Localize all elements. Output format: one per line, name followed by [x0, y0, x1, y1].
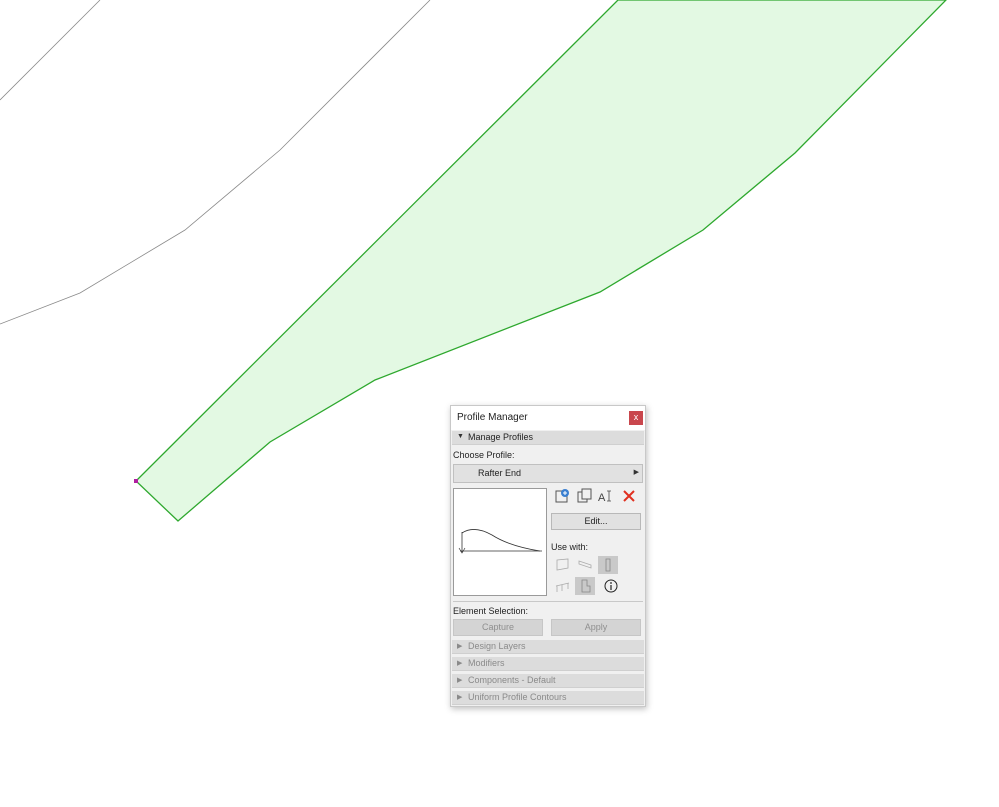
section-divider — [453, 601, 643, 602]
collapsed-triangle-icon: ▶ — [457, 677, 463, 684]
element-selection-label: Element Selection: — [453, 606, 529, 616]
panel-titlebar[interactable]: Profile Manager x — [451, 406, 645, 430]
choose-profile-label: Choose Profile: — [453, 450, 515, 460]
profile-manager-panel: Profile Manager x ▼ Manage Profiles Choo… — [450, 405, 646, 707]
profile-preview — [453, 488, 547, 596]
collapsed-triangle-icon: ▶ — [457, 660, 463, 667]
modifiers-label: Modifiers — [468, 658, 505, 668]
apply-button[interactable]: Apply — [551, 619, 641, 636]
svg-text:A: A — [598, 492, 606, 504]
selection-vertex[interactable] — [134, 479, 138, 483]
capture-button[interactable]: Capture — [453, 619, 543, 636]
info-icon[interactable] — [601, 577, 621, 595]
collapsed-triangle-icon: ▶ — [457, 643, 463, 650]
rename-profile-icon[interactable]: A — [597, 488, 615, 504]
profile-preview-drawing — [458, 529, 542, 554]
use-with-label: Use with: — [551, 542, 589, 552]
components-header[interactable]: ▶ Components - Default — [452, 674, 644, 688]
profile-dropdown[interactable]: Rafter End ▶ — [453, 464, 643, 483]
edit-button[interactable]: Edit... — [551, 513, 641, 530]
manage-profiles-header[interactable]: ▼ Manage Profiles — [452, 431, 644, 445]
expanded-triangle-icon: ▼ — [457, 433, 464, 440]
uniform-profile-contours-label: Uniform Profile Contours — [468, 692, 567, 702]
new-profile-icon[interactable] — [553, 488, 571, 504]
design-layers-header[interactable]: ▶ Design Layers — [452, 640, 644, 654]
profile-dropdown-value: Rafter End — [478, 468, 522, 478]
reference-line-upper[interactable] — [0, 0, 101, 101]
dropdown-arrow-icon: ▶ — [633, 469, 639, 476]
object-icon[interactable] — [575, 577, 595, 595]
components-label: Components - Default — [468, 675, 556, 685]
column-icon[interactable] — [598, 556, 618, 574]
delete-profile-icon[interactable] — [620, 488, 638, 504]
railing-icon[interactable] — [553, 577, 573, 595]
design-layers-label: Design Layers — [468, 641, 526, 651]
manage-profiles-label: Manage Profiles — [468, 432, 534, 442]
close-button[interactable]: x — [629, 411, 643, 425]
modifiers-header[interactable]: ▶ Modifiers — [452, 657, 644, 671]
panel-title: Profile Manager — [457, 412, 528, 423]
duplicate-profile-icon[interactable] — [575, 488, 593, 504]
beam-icon[interactable] — [575, 556, 595, 574]
uniform-profile-contours-header[interactable]: ▶ Uniform Profile Contours — [452, 691, 644, 705]
wall-icon[interactable] — [553, 556, 573, 574]
collapsed-triangle-icon: ▶ — [457, 694, 463, 701]
